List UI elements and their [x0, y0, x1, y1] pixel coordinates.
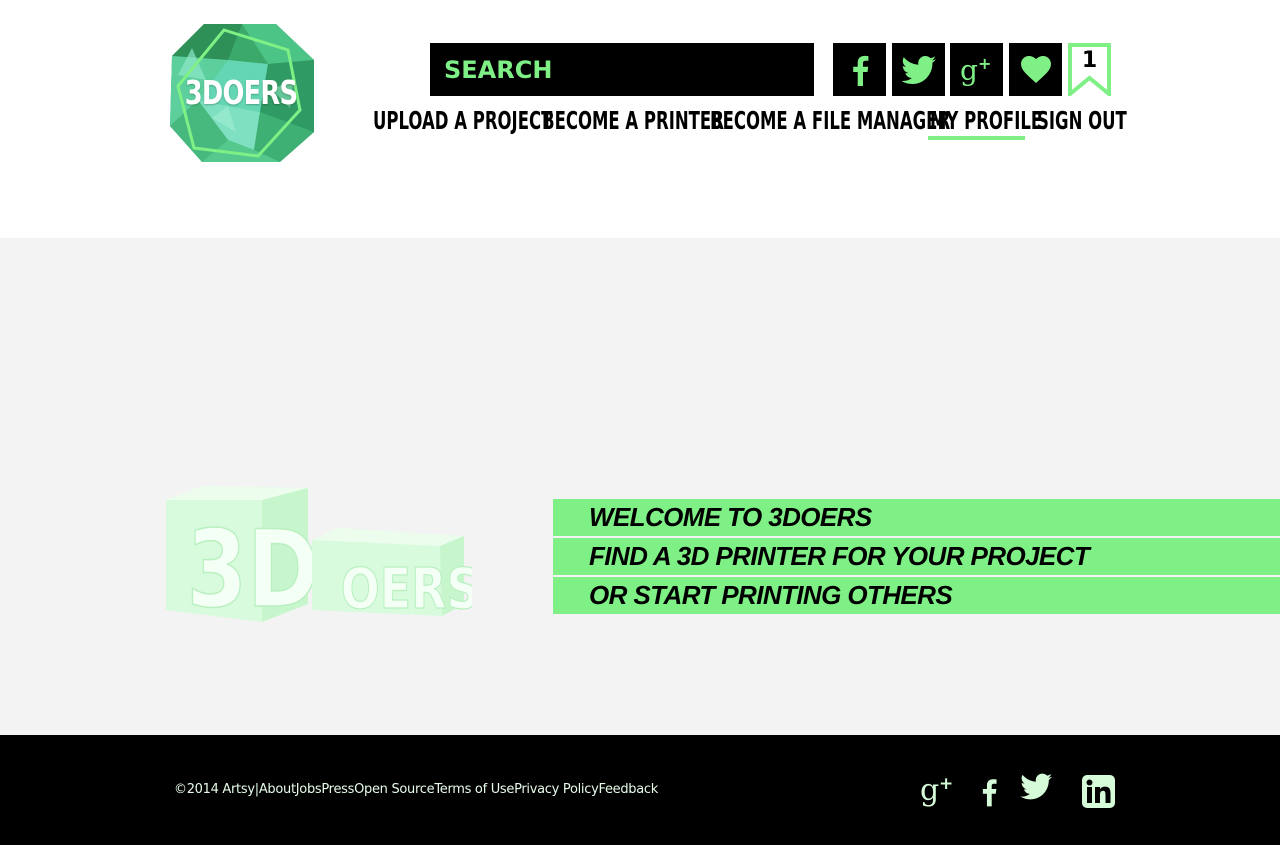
google-plus-icon: g + [920, 773, 953, 808]
footer-twitter-button[interactable] [1020, 773, 1053, 805]
twitter-button[interactable] [892, 43, 945, 96]
nav-active-indicator [928, 136, 1025, 140]
google-plus-icon: g + [960, 54, 991, 86]
hero-line-2: FIND A 3D PRINTER FOR YOUR PROJECT [553, 538, 1280, 575]
site-logo[interactable]: 3DOERS [168, 20, 314, 164]
twitter-icon [1020, 773, 1053, 800]
site-header: 3DOERS g + 1 UPLOAD A PROJECT BECOME A P… [0, 0, 1280, 238]
hero-3d-logo-icon: 3D OERS [166, 486, 480, 632]
facebook-icon [852, 55, 868, 86]
footer-link-open-source[interactable]: Open Source [354, 782, 435, 797]
search-input[interactable] [430, 43, 814, 96]
facebook-icon [982, 779, 997, 807]
google-plus-button[interactable]: g + [950, 43, 1003, 96]
heart-icon [1020, 56, 1051, 83]
hero-logo-small-text: OERS [341, 557, 472, 623]
nav-become-printer[interactable]: BECOME A PRINTER [542, 106, 724, 136]
hero-line-1-text: WELCOME TO 3DOERS [589, 502, 872, 532]
hero-section: 3D OERS WELCOME TO 3DOERS FIND A 3D PRIN… [0, 238, 1280, 735]
hero-line-3: OR START PRINTING OTHERS [553, 577, 1280, 614]
footer-link-about[interactable]: About [259, 782, 296, 797]
hero-logo-big-text: 3D [187, 508, 320, 628]
svg-text:g: g [960, 54, 978, 86]
hero-line-2-text: FIND A 3D PRINTER FOR YOUR PROJECT [589, 541, 1090, 571]
site-footer: ©2014 Artsy|AboutJobsPressOpen SourceTer… [0, 735, 1280, 845]
nav-sign-out[interactable]: SIGN OUT [1037, 106, 1127, 136]
nav-my-profile[interactable]: MY PROFILE [930, 106, 1042, 136]
bookmark-button[interactable]: 1 [1068, 43, 1111, 99]
linkedin-icon [1082, 775, 1115, 808]
favorites-button[interactable] [1009, 43, 1062, 96]
hero-line-3-text: OR START PRINTING OTHERS [589, 580, 953, 610]
hero-3doers-logo: 3D OERS [162, 484, 480, 632]
nav-become-file-manager[interactable]: BECOME A FILE MANAGER [710, 106, 950, 136]
hero-line-1: WELCOME TO 3DOERS [553, 499, 1280, 536]
logo-text: 3DOERS [184, 73, 298, 112]
bookmark-count: 1 [1081, 48, 1098, 73]
footer-linkedin-button[interactable] [1082, 775, 1115, 813]
svg-text:+: + [978, 54, 991, 73]
footer-google-plus-button[interactable]: g + [920, 773, 956, 813]
footer-facebook-button[interactable] [980, 775, 998, 814]
footer-link-press[interactable]: Press [321, 782, 354, 797]
footer-link-jobs[interactable]: Jobs [296, 782, 322, 797]
footer-link-feedback[interactable]: Feedback [598, 782, 658, 797]
svg-text:g: g [920, 774, 939, 808]
nav-upload-project[interactable]: UPLOAD A PROJECT [373, 106, 552, 136]
footer-link-privacy[interactable]: Privacy Policy [514, 782, 599, 797]
twitter-icon [900, 55, 936, 84]
facebook-button[interactable] [833, 43, 886, 96]
footer-links: ©2014 Artsy|AboutJobsPressOpen SourceTer… [174, 782, 658, 797]
svg-text:+: + [939, 774, 953, 794]
footer-link-terms[interactable]: Terms of Use [434, 782, 514, 797]
footer-copyright: ©2014 Artsy [174, 782, 255, 797]
